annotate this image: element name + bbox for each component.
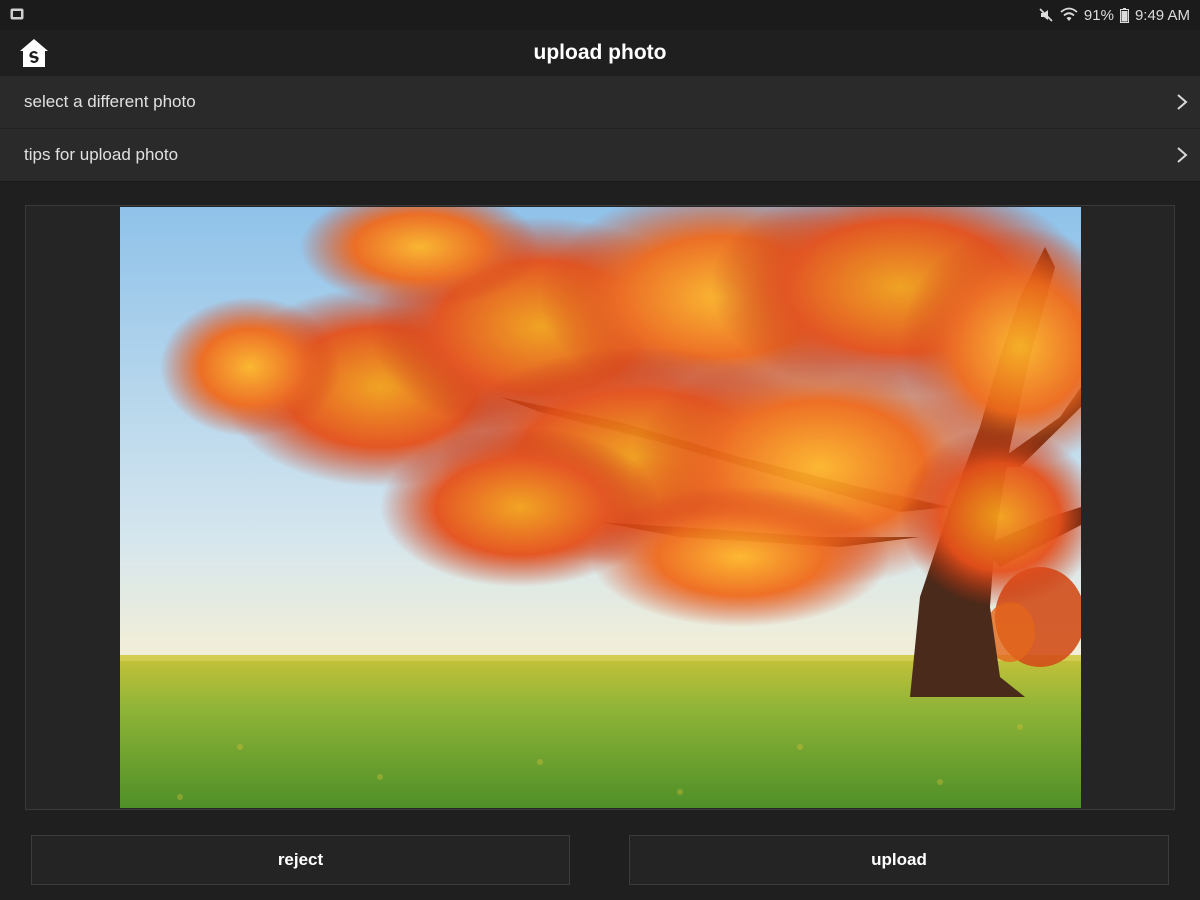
app-bar: upload photo: [0, 30, 1200, 76]
clock: 9:49 AM: [1134, 6, 1190, 24]
chevron-right-icon: [1177, 147, 1188, 163]
tips-upload-photo-label: tips for upload photo: [24, 145, 179, 164]
mute-icon: [1039, 8, 1053, 22]
page-title: upload photo: [533, 41, 667, 64]
wifi-icon: [1060, 7, 1078, 21]
photo-preview: [120, 207, 1081, 808]
battery-percent: 91%: [1083, 6, 1114, 24]
select-different-photo-label: select a different photo: [24, 92, 196, 111]
notification-icon: [10, 8, 24, 20]
status-bar: 91% 9:49 AM: [0, 0, 1200, 30]
photo-preview-frame: [25, 205, 1175, 810]
upload-button[interactable]: upload: [629, 835, 1169, 885]
chevron-right-icon: [1177, 94, 1188, 110]
select-different-photo-row[interactable]: select a different photo: [0, 76, 1200, 129]
status-icons: 91% 9:49 AM: [1038, 0, 1190, 30]
battery-icon: [1119, 7, 1129, 23]
autumn-tree-photo: [120, 207, 1081, 808]
reject-button[interactable]: reject: [31, 835, 570, 885]
tips-upload-photo-row[interactable]: tips for upload photo: [0, 129, 1200, 182]
